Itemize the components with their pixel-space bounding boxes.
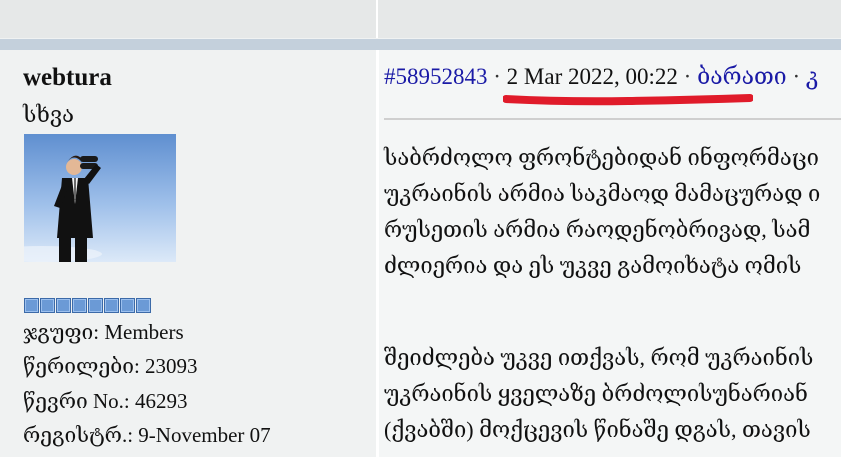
rank-pip — [56, 298, 71, 313]
rank-pip — [88, 298, 103, 313]
rank-pip — [120, 298, 135, 313]
post-divider — [384, 118, 841, 120]
rank-pip — [136, 298, 151, 313]
post-text-line: შეიძლება უკვე ითქვას, რომ უკრაინის — [384, 345, 814, 370]
profile-card-link[interactable]: ბარათი — [697, 64, 787, 89]
truncated-link[interactable]: კ — [806, 64, 819, 89]
post-text-line: უკრაინის ყველაზე ბრძოლისუნარიან — [384, 381, 808, 406]
stat-registered: რეგისტრ.: 9-November 07 — [23, 423, 271, 447]
stat-posts: წერილები: 23093 — [23, 354, 198, 378]
header-divider — [376, 0, 378, 38]
avatar[interactable] — [24, 134, 176, 262]
user-title: სხვა — [23, 102, 74, 127]
red-underline-annotation — [503, 94, 753, 106]
post-header-band — [0, 39, 841, 50]
meta-separator: · — [683, 64, 692, 89]
post-text-line: უკრაინის არმია საკმაოდ მამაცურად ი — [384, 181, 821, 206]
stat-member-no: წევრი No.: 46293 — [23, 389, 188, 413]
post-id-link[interactable]: #58952843 — [384, 64, 488, 89]
post-text-line: საბრძოლო ფრონტებიდან ინფორმაცი — [384, 145, 819, 170]
post-text-line: ძლიერია და ეს უკვე გამოიხატა ომის — [384, 253, 802, 278]
meta-separator: · — [493, 64, 501, 89]
rank-pip — [72, 298, 87, 313]
rank-bar — [24, 298, 151, 313]
rank-pip — [24, 298, 39, 313]
post-date: 2 Mar 2022, 00:22 — [506, 64, 678, 89]
meta-separator: · — [792, 64, 801, 89]
username[interactable]: webtura — [23, 64, 112, 92]
rank-pip — [104, 298, 119, 313]
rank-pip — [40, 298, 55, 313]
top-bar — [0, 0, 841, 38]
post-meta: #58952843 · 2 Mar 2022, 00:22 · ბარათი ·… — [384, 64, 818, 90]
stat-group: ჯგუფი: Members — [23, 320, 184, 344]
post-text-line: (ქვაბში) მოქცევის წინაშე დგას, თავის — [384, 417, 811, 442]
post-text-line: რუსეთის არმია რაოდენობრივად, სამ — [384, 217, 811, 242]
avatar-image — [24, 134, 176, 262]
